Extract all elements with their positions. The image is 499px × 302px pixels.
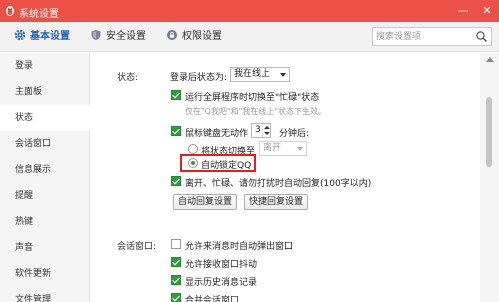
auto-popup-label: 允许来消息时自动弹出窗口 <box>185 242 294 252</box>
switch-status-select[interactable]: 离开 <box>259 141 307 156</box>
sidebar-item-file-management[interactable]: 文件管理 <box>0 287 90 302</box>
window-title: 系统设置 <box>19 9 59 20</box>
chevron-down-icon <box>297 147 303 151</box>
sidebar-item-session-window[interactable]: 会话窗口 <box>0 131 90 157</box>
search-input[interactable] <box>376 30 471 43</box>
tab-label: 基本设置 <box>30 31 70 42</box>
window-shake-checkbox[interactable] <box>171 257 181 267</box>
idle-suffix: 分钟后: <box>279 129 310 139</box>
idle-minutes-value: 3 <box>255 125 261 135</box>
chevron-down-icon <box>280 73 286 77</box>
search-box[interactable] <box>372 27 492 46</box>
sidebar-item-reminder[interactable]: 提醒 <box>0 183 90 209</box>
auto-reply-label: 离开、忙碌、请勿打扰时自动回复(100字以内) <box>185 179 372 189</box>
tab-permission-settings[interactable]: 权限设置 <box>166 22 222 52</box>
status-section-label: 状态: <box>117 73 139 83</box>
sidebar-item-hotkey[interactable]: 热键 <box>0 209 90 235</box>
tab-security-settings[interactable]: 安全设置 <box>90 22 146 52</box>
login-status-select[interactable]: 我在线上 <box>230 67 290 82</box>
history-label: 显示历史消息记录 <box>185 278 258 288</box>
tab-basic-settings[interactable]: 基本设置 <box>14 22 70 52</box>
title-bar: 系统设置 — ✕ <box>0 0 499 22</box>
auto-reply-settings-button[interactable]: 自动回复设置 <box>173 194 238 210</box>
login-status-value: 我在线上 <box>234 69 271 79</box>
login-status-label: 登录后状态为: <box>170 73 228 83</box>
idle-label: 鼠标键盘无动作 <box>185 129 249 139</box>
search-icon[interactable] <box>475 30 488 43</box>
stepper-arrows[interactable] <box>262 124 270 137</box>
scrollbar-thumb[interactable] <box>486 97 492 167</box>
sidebar-item-info-display[interactable]: 信息展示 <box>0 157 90 183</box>
settings-sidebar: 登录 主面板 状态 会话窗口 信息展示 提醒 热键 声音 软件更新 文件管理 <box>0 53 90 302</box>
fullscreen-busy-label: 运行全屏程序时切换至"忙碌"状态 <box>185 93 320 103</box>
auto-reply-checkbox[interactable] <box>171 176 181 186</box>
merge-windows-label: 合并会话窗口 <box>185 296 240 302</box>
tab-label: 安全设置 <box>106 31 146 42</box>
sidebar-item-software-update[interactable]: 软件更新 <box>0 261 90 287</box>
sidebar-item-main-panel[interactable]: 主面板 <box>0 79 90 105</box>
gear-icon <box>14 29 26 41</box>
shield-icon <box>91 30 101 40</box>
quick-reply-settings-button[interactable]: 快捷回复设置 <box>244 194 309 210</box>
merge-windows-checkbox[interactable] <box>171 293 181 302</box>
session-section-label: 会话窗口: <box>117 242 157 252</box>
sidebar-item-login[interactable]: 登录 <box>0 53 90 79</box>
window-shake-label: 允许接收窗口抖动 <box>185 260 258 270</box>
close-button[interactable]: ✕ <box>476 0 498 22</box>
minimize-button[interactable]: — <box>452 0 474 22</box>
idle-minutes-stepper[interactable]: 3 <box>251 123 271 138</box>
fullscreen-hint: 仅在"Q我吧"和"我在线上"状态下生效。 <box>185 107 327 116</box>
fullscreen-busy-checkbox[interactable] <box>171 90 181 100</box>
tab-label: 权限设置 <box>182 31 222 42</box>
sidebar-item-sound[interactable]: 声音 <box>0 235 90 261</box>
sidebar-item-status[interactable]: 状态 <box>0 105 90 131</box>
switch-status-value: 离开 <box>263 143 282 153</box>
scroll-up-arrow-icon[interactable] <box>486 57 494 62</box>
auto-lock-radio[interactable] <box>188 158 198 168</box>
switch-status-radio[interactable] <box>188 144 198 154</box>
content-scrollbar[interactable] <box>480 53 499 302</box>
auto-popup-checkbox[interactable] <box>171 239 181 249</box>
settings-tab-bar: 基本设置 安全设置 权限设置 <box>0 22 499 52</box>
auto-lock-label: 自动锁定QQ <box>201 161 252 171</box>
idle-checkbox[interactable] <box>171 126 181 136</box>
qq-penguin-icon <box>6 6 14 16</box>
settings-content: 状态: 登录后状态为: 我在线上 运行全屏程序时切换至"忙碌"状态 仅在"Q我吧… <box>91 53 479 302</box>
lock-icon <box>167 30 177 40</box>
history-checkbox[interactable] <box>171 275 181 285</box>
